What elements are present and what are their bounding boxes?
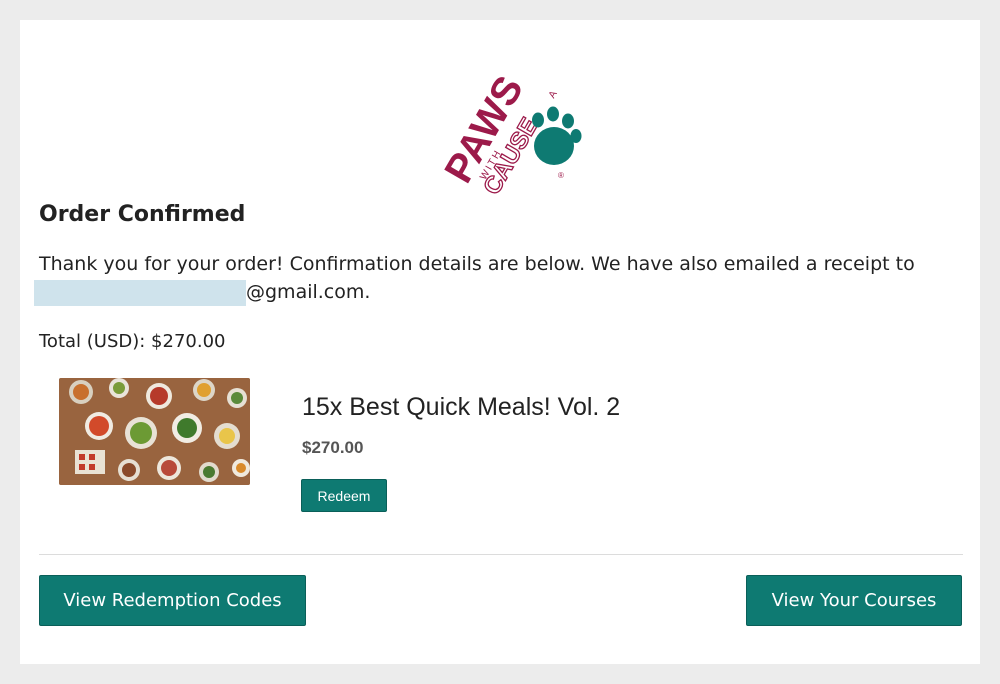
email-suffix: @gmail.com.	[246, 281, 371, 303]
product-thumbnail[interactable]	[59, 378, 250, 485]
logo-registered-mark: ®	[558, 171, 564, 180]
redeem-button[interactable]: Redeem	[301, 479, 387, 512]
page-frame: PAWS CAUSE WITH A ® Order Confirmed Than…	[14, 14, 986, 670]
product-name[interactable]: 15x Best Quick Meals! Vol. 2	[302, 393, 620, 422]
order-confirmation-card: PAWS CAUSE WITH A ® Order Confirmed Than…	[20, 20, 980, 664]
logo-graphic: PAWS CAUSE WITH A ®	[436, 69, 582, 200]
product-price: $270.00	[302, 438, 364, 457]
page-title: Order Confirmed	[39, 202, 246, 227]
food-spread-photo-icon	[59, 378, 250, 485]
logo-text-a: A	[547, 89, 560, 101]
section-divider	[39, 554, 963, 555]
confirmation-text: Thank you for your order! Confirmation d…	[39, 253, 915, 275]
view-redemption-codes-button[interactable]: View Redemption Codes	[39, 575, 306, 626]
paw-print-icon	[532, 106, 582, 165]
redacted-email-block	[34, 279, 246, 306]
paws-with-a-cause-logo: PAWS CAUSE WITH A ®	[430, 54, 590, 214]
confirmation-message: Thank you for your order! Confirmation d…	[34, 250, 939, 306]
order-total: Total (USD): $270.00	[39, 331, 226, 352]
view-your-courses-button[interactable]: View Your Courses	[746, 575, 962, 626]
